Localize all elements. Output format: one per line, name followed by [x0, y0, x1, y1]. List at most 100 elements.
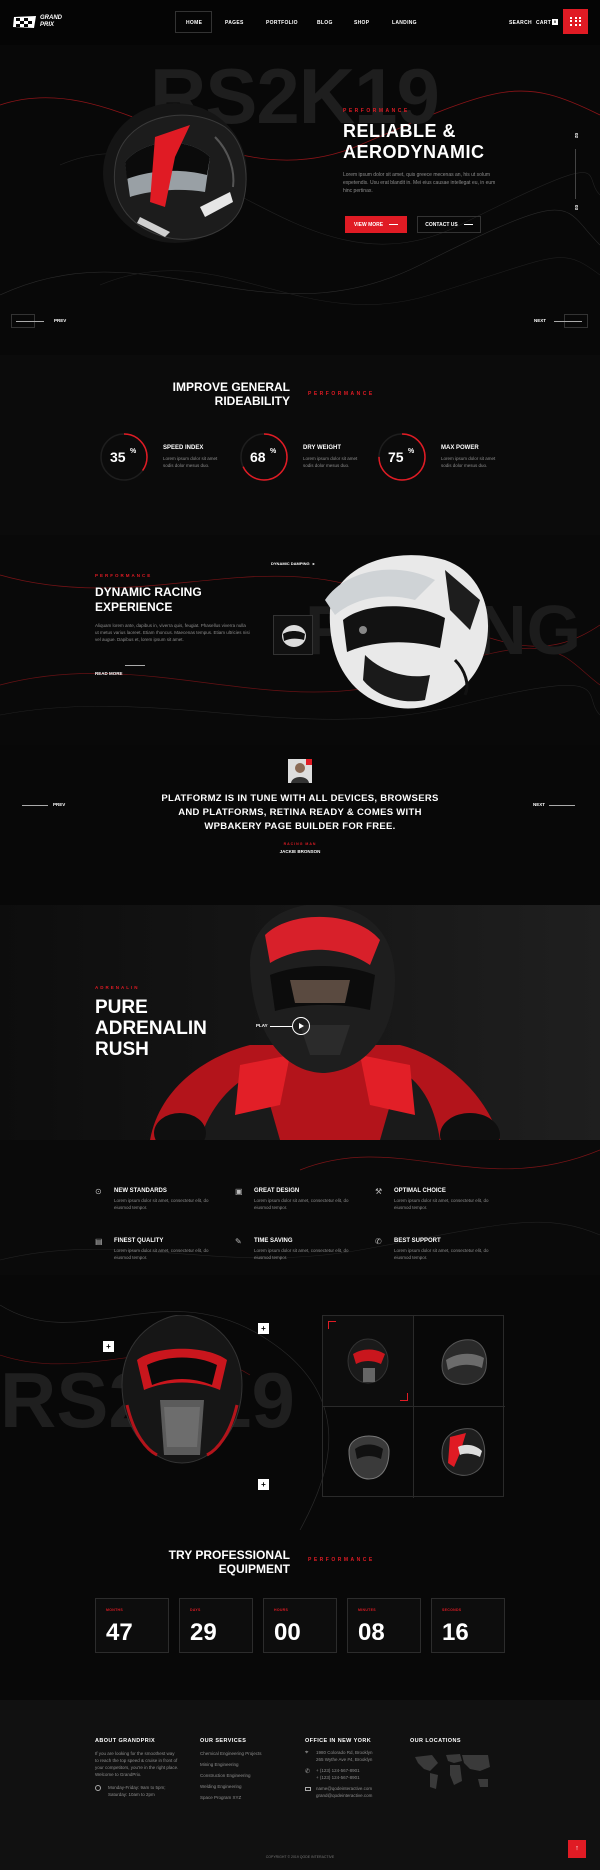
- testimonial-prev-button[interactable]: PREV: [22, 802, 72, 810]
- play-label: PLAY: [256, 1023, 268, 1028]
- footer-about-title: ABOUT GRANDPRIX: [95, 1738, 156, 1744]
- countdown-value: 16: [442, 1619, 469, 1646]
- stat-value: 68: [250, 449, 266, 465]
- footer-phone1[interactable]: + (123) 124-567-8901: [316, 1767, 400, 1774]
- testimonial-next-button[interactable]: NEXT: [533, 802, 583, 810]
- nav-search[interactable]: SEARCH: [509, 20, 532, 26]
- nav-portfolio[interactable]: PORTFOLIO: [266, 20, 298, 26]
- menu-button[interactable]: [563, 9, 588, 34]
- nav-landing[interactable]: LANDING: [392, 20, 417, 26]
- rideability-tag: PERFORMANCE: [308, 391, 375, 397]
- equipment-title-line2: EQUIPMENT: [218, 1562, 290, 1576]
- gallery-item[interactable]: [414, 1407, 505, 1498]
- view-more-button[interactable]: VIEW MORE: [345, 216, 407, 233]
- footer-service-link[interactable]: Construction Engineering: [200, 1770, 295, 1781]
- arrow-left-icon: [22, 805, 48, 806]
- hotspot-plus-button[interactable]: +: [258, 1323, 269, 1334]
- helmet-red-thumb: [441, 1428, 486, 1476]
- racing-helmet-image: [305, 540, 495, 715]
- nav-shop[interactable]: SHOP: [354, 20, 369, 26]
- hotspot-plus-button[interactable]: +: [258, 1479, 269, 1490]
- countdown-label: HOURS: [274, 1608, 289, 1612]
- feature-title: NEW STANDARDS: [114, 1188, 167, 1194]
- read-more-link[interactable]: READ MORE: [95, 662, 155, 676]
- feature-desc: Lorem ipsum dolor sit amet, consectetur …: [254, 1198, 349, 1210]
- footer-email1[interactable]: name@qodeinteractive.com: [316, 1785, 400, 1792]
- footer-hours-line2: Saturday: 10am to 2pm: [108, 1792, 155, 1797]
- footer-service-link[interactable]: Mining Engineering: [200, 1759, 295, 1770]
- arrow-up-icon: ↑: [575, 1845, 579, 1852]
- equipment-section: TRY PROFESSIONAL EQUIPMENT PERFORMANCE M…: [0, 1530, 600, 1700]
- stat-desc-line2: sodis dolor mesus duo.: [441, 463, 488, 468]
- racing-title-line2: EXPERIENCE: [95, 600, 173, 614]
- feature-desc: Lorem ipsum dolor sit amet, consectetur …: [254, 1248, 349, 1260]
- stat-value: 35: [110, 449, 126, 465]
- racing-title-line1: DYNAMIC RACING: [95, 585, 202, 599]
- rideability-section: IMPROVE GENERAL RIDEABILITY PERFORMANCE …: [0, 355, 600, 535]
- hero-prev-button[interactable]: PREV: [11, 314, 71, 328]
- back-to-top-button[interactable]: ↑: [568, 1840, 586, 1858]
- quote-line3: WPBAKERY PAGE BUILDER FOR FREE.: [204, 821, 396, 832]
- countdown-label: SECONDS: [442, 1608, 462, 1612]
- rideability-title-line1: IMPROVE GENERAL: [172, 380, 290, 394]
- stat-item: 68 % DRY WEIGHT Lorem ipsum dolor sit am…: [237, 430, 367, 490]
- footer-locations-title: OUR LOCATIONS: [410, 1738, 461, 1744]
- footer-hours-line1: Monday-Friday: 9am to 5pm;: [108, 1785, 166, 1790]
- arrow-right-icon: [549, 805, 575, 806]
- footer-services: OUR SERVICES Chemical Engineering Projec…: [200, 1738, 295, 1803]
- slide-counter-total: 03: [574, 205, 579, 211]
- pen-icon: ✎: [235, 1237, 242, 1246]
- hero-eyebrow: PERFORMANCE: [343, 108, 410, 114]
- footer-emails: name@qodeinteractive.com grand@qodeinter…: [305, 1785, 400, 1799]
- arrow-right-icon: [125, 665, 145, 666]
- stat-desc-line1: Lorem ipsum dolor sit amet: [163, 456, 218, 461]
- equipment-tag: PERFORMANCE: [308, 1557, 375, 1563]
- nav-cart[interactable]: CART: [536, 20, 551, 26]
- countdown-label: MONTHS: [106, 1608, 123, 1612]
- quote-line1: PLATFORMZ IS IN TUNE WITH ALL DEVICES, B…: [161, 793, 439, 804]
- testimonial-next-label: NEXT: [533, 802, 546, 807]
- helmet-black-thumb: [441, 1339, 487, 1385]
- footer-service-link[interactable]: Chemical Engineering Projects: [200, 1748, 295, 1759]
- feature-title: BEST SUPPORT: [394, 1238, 441, 1244]
- contact-us-button[interactable]: CONTACT US: [417, 216, 481, 233]
- phone-icon: ✆: [305, 1769, 311, 1775]
- product-section: RS2K19 + + +: [0, 1275, 600, 1530]
- wrench-icon: ⚒: [375, 1187, 383, 1196]
- footer-email2[interactable]: grand@qodeinteractive.com: [316, 1792, 400, 1799]
- play-button[interactable]: PLAY: [256, 1017, 316, 1035]
- footer-office: OFFICE IN NEW YORK ⌖ 1980 Colorado Rd, B…: [305, 1738, 400, 1799]
- stat-item: 35 % SPEED INDEX Lorem ipsum dolor sit a…: [97, 430, 227, 490]
- stat-unit: %: [408, 448, 415, 455]
- view-more-label: VIEW MORE: [353, 221, 384, 228]
- hero-next-button[interactable]: NEXT: [528, 314, 588, 328]
- hotspot-plus-button[interactable]: +: [103, 1341, 114, 1352]
- author-name: JACKIE BRONSON: [279, 849, 321, 854]
- footer: ABOUT GRANDPRIX If you are looking for t…: [0, 1700, 600, 1870]
- footer-service-link[interactable]: Welding Engineering: [200, 1781, 295, 1792]
- countdown-label: DAYS: [190, 1608, 201, 1612]
- adrenalin-eyebrow: ADRENALIN: [95, 985, 140, 990]
- gallery-item[interactable]: [414, 1316, 505, 1407]
- logo[interactable]: GRAND PRIX: [13, 14, 73, 30]
- countdown-item: SECONDS 16: [431, 1598, 505, 1653]
- logo-line2: PRIX: [40, 22, 55, 28]
- slide-counter-current: 02: [574, 133, 579, 139]
- helmet-grey-thumb: [348, 1435, 390, 1480]
- testimonial-section: PLATFORMZ IS IN TUNE WITH ALL DEVICES, B…: [0, 745, 600, 905]
- nav-pages[interactable]: PAGES: [225, 20, 244, 26]
- feature-title: GREAT DESIGN: [254, 1188, 300, 1194]
- hero-body: Lorem ipsum dolor sit amet, quis greece …: [343, 172, 496, 194]
- countdown-value: 47: [106, 1619, 133, 1646]
- footer-phone2[interactable]: + (123) 124-567-8901: [316, 1774, 400, 1781]
- clock-icon: [95, 1785, 101, 1791]
- footer-service-link[interactable]: Space Program XYZ: [200, 1792, 295, 1803]
- feature-desc: Lorem ipsum dolor sit amet, consectetur …: [394, 1248, 489, 1260]
- gallery-item[interactable]: [323, 1407, 414, 1498]
- adrenalin-line3: RUSH: [95, 1039, 149, 1060]
- nav-blog[interactable]: BLOG: [317, 20, 333, 26]
- nav-home[interactable]: HOME: [186, 20, 202, 26]
- arrow-right-icon: [463, 224, 473, 225]
- feature-desc: Lorem ipsum dolor sit amet, consectetur …: [394, 1198, 489, 1210]
- gallery-item[interactable]: [323, 1316, 414, 1407]
